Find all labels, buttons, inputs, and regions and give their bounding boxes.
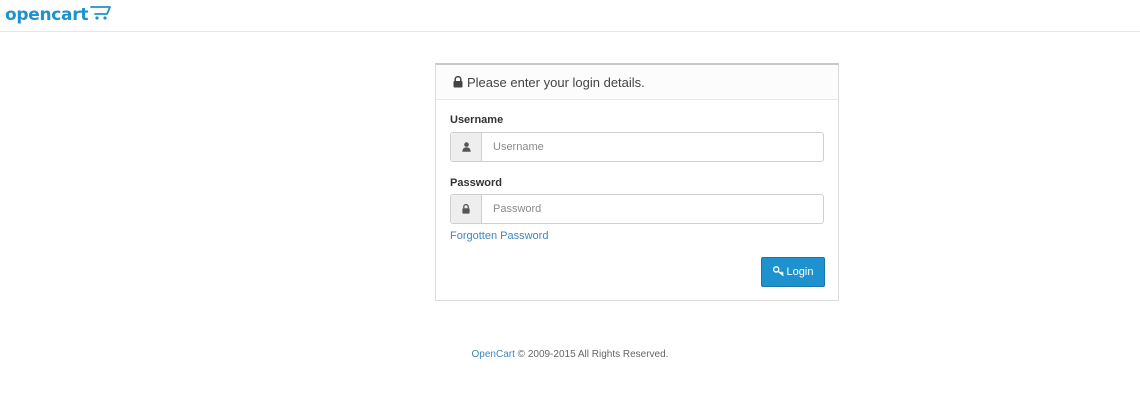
panel-heading: Please enter your login details.: [436, 65, 838, 100]
logo-text: opencart: [5, 5, 89, 25]
panel-heading-text: Please enter your login details.: [467, 74, 645, 90]
lock-icon: [453, 76, 463, 88]
username-input-group: [450, 132, 824, 162]
username-label: Username: [450, 114, 504, 126]
key-icon: [772, 265, 784, 279]
cart-icon: [90, 6, 112, 20]
login-button[interactable]: Login: [761, 257, 825, 287]
password-input-group: [450, 194, 824, 224]
top-header: opencart: [0, 0, 1140, 32]
password-input[interactable]: [482, 195, 823, 223]
user-icon: [451, 133, 482, 161]
opencart-logo[interactable]: opencart: [5, 3, 112, 27]
forgotten-password-link[interactable]: Forgotten Password: [450, 230, 548, 242]
username-input[interactable]: [482, 133, 823, 161]
login-button-label: Login: [786, 266, 814, 278]
lock-icon: [451, 195, 482, 223]
login-panel: Please enter your login details. Usernam…: [435, 63, 839, 301]
password-label: Password: [450, 177, 502, 189]
footer-copyright-text: © 2009-2015 All Rights Reserved.: [514, 349, 669, 360]
footer-opencart-link[interactable]: OpenCart: [472, 349, 515, 360]
footer: OpenCart © 2009-2015 All Rights Reserved…: [0, 349, 1140, 360]
